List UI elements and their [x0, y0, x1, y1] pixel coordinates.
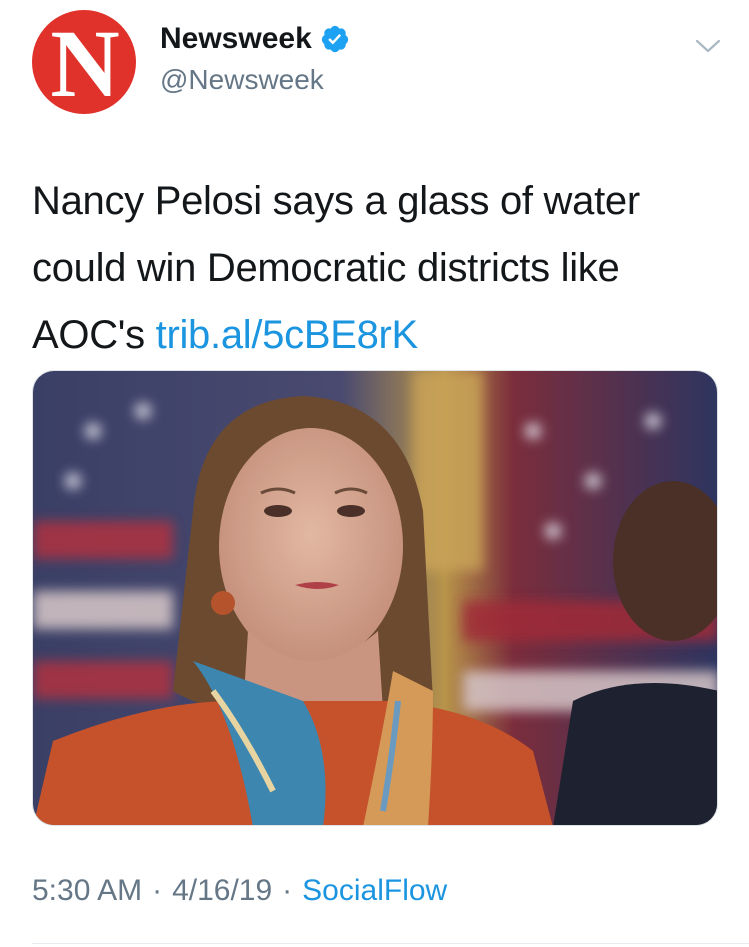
meta-separator: ·	[282, 874, 293, 907]
tweet-photo[interactable]	[32, 370, 718, 826]
avatar[interactable]: N	[32, 10, 136, 114]
divider	[32, 943, 749, 944]
avatar-letter: N	[50, 10, 119, 114]
tweet-source-link[interactable]: SocialFlow	[302, 876, 447, 906]
photo-illustration	[33, 371, 717, 825]
tweet-text: Nancy Pelosi says a glass of water could…	[32, 168, 722, 369]
name-row: Newsweek	[160, 24, 350, 54]
tweet-link[interactable]: trib.al/5cBE8rK	[156, 313, 419, 357]
display-name[interactable]: Newsweek	[160, 24, 312, 54]
handle[interactable]: @Newsweek	[160, 66, 324, 94]
verified-badge-icon	[321, 25, 348, 53]
tweet-date[interactable]: 4/16/19	[172, 876, 272, 906]
tweet-card: N Newsweek @Newsweek Nancy Pelosi says a…	[0, 0, 749, 947]
meta-separator: ·	[152, 874, 163, 907]
chevron-down-icon	[695, 39, 721, 53]
tweet-meta: 5:30 AM · 4/16/19 · SocialFlow	[32, 876, 447, 906]
tweet-menu-button[interactable]	[694, 36, 722, 56]
tweet-time[interactable]: 5:30 AM	[32, 876, 142, 906]
